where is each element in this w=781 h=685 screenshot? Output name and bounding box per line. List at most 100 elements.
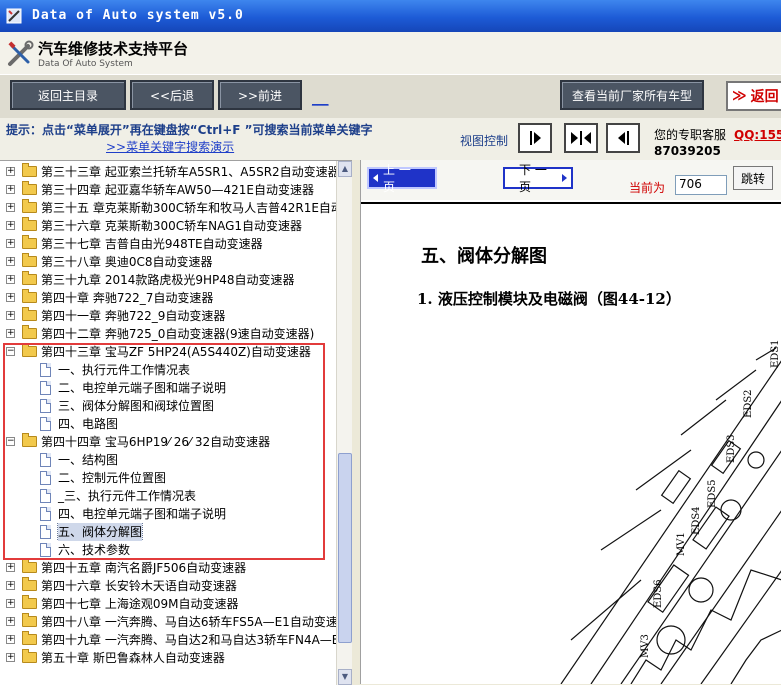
expand-plus-icon[interactable]: +: [6, 239, 15, 248]
expand-plus-icon[interactable]: +: [6, 581, 15, 590]
expand-plus-icon[interactable]: +: [6, 221, 15, 230]
folder-icon: [22, 199, 37, 213]
tree-leaf[interactable]: 六、技术参数: [0, 541, 336, 559]
folder-icon: [22, 325, 37, 339]
hint-bar: 提示：点击“菜单展开”再在键盘按“Ctrl+F ”可搜索当前菜单关键字 >>菜单…: [0, 118, 781, 160]
collapse-minus-icon[interactable]: −: [6, 347, 15, 356]
tree-chapter[interactable]: + 第四十七章 上海途观09M自动变速器: [0, 595, 336, 613]
tree-leaf[interactable]: 三、阀体分解图和阀球位置图: [0, 397, 336, 415]
expand-plus-icon[interactable]: +: [6, 203, 15, 212]
tree-chapter[interactable]: + 第四十五章 南汽名爵JF506自动变速器: [0, 559, 336, 577]
app-title: 汽车维修技术支持平台: [38, 40, 189, 58]
home-button[interactable]: 返回主目录: [10, 80, 126, 110]
expand-plus-icon[interactable]: +: [6, 635, 15, 644]
tree-chapter[interactable]: + 第四十九章 一汽奔腾、马自达2和马自达3轿车FN4A—E: [0, 631, 336, 649]
forward-button[interactable]: >>前进: [218, 80, 302, 110]
tree-chapter[interactable]: + 第三十八章 奥迪0C8自动变速器: [0, 253, 336, 271]
folder-icon: [22, 307, 37, 321]
expand-plus-icon[interactable]: +: [6, 617, 15, 626]
bar-icon: [626, 131, 629, 145]
arrow-left-icon: [617, 132, 625, 144]
scroll-thumb[interactable]: [338, 453, 352, 643]
service-label: 您的专职客服: [654, 128, 727, 142]
double-chevron-right-icon: ≫: [732, 88, 747, 104]
tree-leaf[interactable]: 二、电控单元端子图和端子说明: [0, 379, 336, 397]
view-expand-right-button[interactable]: [518, 123, 552, 153]
tree-leaf[interactable]: 二、控制元件位置图: [0, 469, 336, 487]
expand-plus-icon[interactable]: +: [6, 653, 15, 662]
prev-page-button[interactable]: 上 一 页: [367, 163, 437, 194]
service-number: 87039205: [654, 144, 721, 158]
expand-plus-icon[interactable]: +: [6, 167, 15, 176]
tree-leaf[interactable]: 四、电控单元端子图和端子说明: [0, 505, 336, 523]
view-expand-left-button[interactable]: [606, 123, 640, 153]
expand-plus-icon[interactable]: +: [6, 329, 15, 338]
expand-plus-icon[interactable]: +: [6, 275, 15, 284]
page-number-input[interactable]: 706: [675, 175, 727, 195]
jump-button[interactable]: 跳转: [733, 166, 773, 190]
view-split-button[interactable]: [564, 123, 598, 153]
tree-chapter[interactable]: + 第三十九章 2014款路虎极光9HP48自动变速器: [0, 271, 336, 289]
tree-chapter[interactable]: + 第四十一章 奔驰722_9自动变速器: [0, 307, 336, 325]
scroll-up-icon[interactable]: ▲: [338, 161, 352, 177]
tree-leaf[interactable]: 一、执行元件工作情况表: [0, 361, 336, 379]
folder-icon: [22, 163, 37, 177]
label-eds5: EDS5: [707, 479, 718, 508]
label-eds1: EDS1: [770, 340, 781, 368]
pane-splitter[interactable]: [352, 160, 360, 684]
next-page-button[interactable]: 下 一 页: [503, 163, 573, 194]
expand-plus-icon[interactable]: +: [6, 563, 15, 572]
arrow-left-icon: [373, 174, 378, 182]
tree-chapter[interactable]: + 第四十八章 一汽奔腾、马自达6轿车FS5A—E1自动变速: [0, 613, 336, 631]
expand-plus-icon[interactable]: +: [6, 257, 15, 266]
expand-plus-icon[interactable]: +: [6, 599, 15, 608]
return-button[interactable]: ≫ 返回: [726, 81, 781, 111]
expand-plus-icon[interactable]: +: [6, 311, 15, 320]
tree-chapter[interactable]: + 第四十六章 长安铃木天语自动变速器: [0, 577, 336, 595]
folder-icon: [22, 577, 37, 591]
current-page-label: 当前为: [629, 181, 666, 195]
tree-chapter-expanded[interactable]: − 第四十四章 宝马6HP19⁄ 26⁄ 32自动变速器: [0, 433, 336, 451]
collapse-minus-icon[interactable]: −: [6, 437, 15, 446]
tree-chapter[interactable]: + 第五十章 斯巴鲁森林人自动变速器: [0, 649, 336, 667]
search-demo-link[interactable]: >>菜单关键字搜索演示: [106, 138, 234, 155]
tree-chapter[interactable]: + 第三十七章 吉普自由光948TE自动变速器: [0, 235, 336, 253]
tree-chapter[interactable]: + 第三十五 章克莱斯勒300C轿车和牧马人吉普42R1E自动: [0, 199, 336, 217]
tree-leaf[interactable]: 四、电路图: [0, 415, 336, 433]
service-qq-link[interactable]: QQ:155: [734, 128, 781, 142]
expand-plus-icon[interactable]: +: [6, 185, 15, 194]
scroll-down-icon[interactable]: ▼: [338, 669, 352, 685]
label-eds3: EDS3: [726, 434, 737, 463]
tree-chapter[interactable]: + 第四十章 奔驰722_7自动变速器: [0, 289, 336, 307]
tree-chapter[interactable]: + 第三十四章 起亚嘉华轿车AW50—421E自动变速器: [0, 181, 336, 199]
customer-service: 您的专职客服 QQ:155: [654, 126, 781, 143]
folder-icon: [22, 235, 37, 249]
tree-leaf[interactable]: _三、执行元件工作情况表: [0, 487, 336, 505]
app-header: 汽车维修技术支持平台 Data Of Auto System: [0, 32, 781, 74]
toolbar-link[interactable]: ___: [312, 93, 329, 106]
folder-icon: [22, 253, 37, 267]
document-icon: [40, 489, 51, 503]
back-button[interactable]: <<后退: [130, 80, 214, 110]
bar-icon: [529, 131, 532, 145]
tree-scrollbar[interactable]: ▲ ▼: [336, 161, 352, 685]
tree-chapter[interactable]: + 第四十二章 奔驰725_0自动变速器(9速自动变速器): [0, 325, 336, 343]
view-all-models-button[interactable]: 查看当前厂家所有车型: [560, 80, 704, 110]
label-eds4: EDS4: [691, 506, 702, 535]
tools-icon: [8, 40, 34, 66]
expand-plus-icon[interactable]: +: [6, 293, 15, 302]
tree-chapter[interactable]: + 第三十六章 克莱斯勒300C轿车NAG1自动变速器: [0, 217, 336, 235]
document-icon: [40, 381, 51, 395]
tree-chapter[interactable]: + 第三十三章 起亚索兰托轿车A5SR1、A5SR2自动变速器: [0, 163, 336, 181]
folder-icon: [22, 613, 37, 627]
tree-leaf-selected[interactable]: 五、阀体分解图: [0, 523, 336, 541]
tree-chapter-expanded[interactable]: − 第四十三章 宝马ZF 5HP24(A5S440Z)自动变速器: [0, 343, 336, 361]
folder-icon: [22, 631, 37, 645]
folder-icon: [22, 289, 37, 303]
arrow-right-icon: [533, 132, 541, 144]
open-folder-icon: [22, 433, 37, 447]
tree-leaf[interactable]: 一、结构图: [0, 451, 336, 469]
prev-page-label: 上 一 页: [383, 163, 411, 194]
open-folder-icon: [22, 343, 37, 357]
label-mv1: MV1: [676, 532, 687, 556]
